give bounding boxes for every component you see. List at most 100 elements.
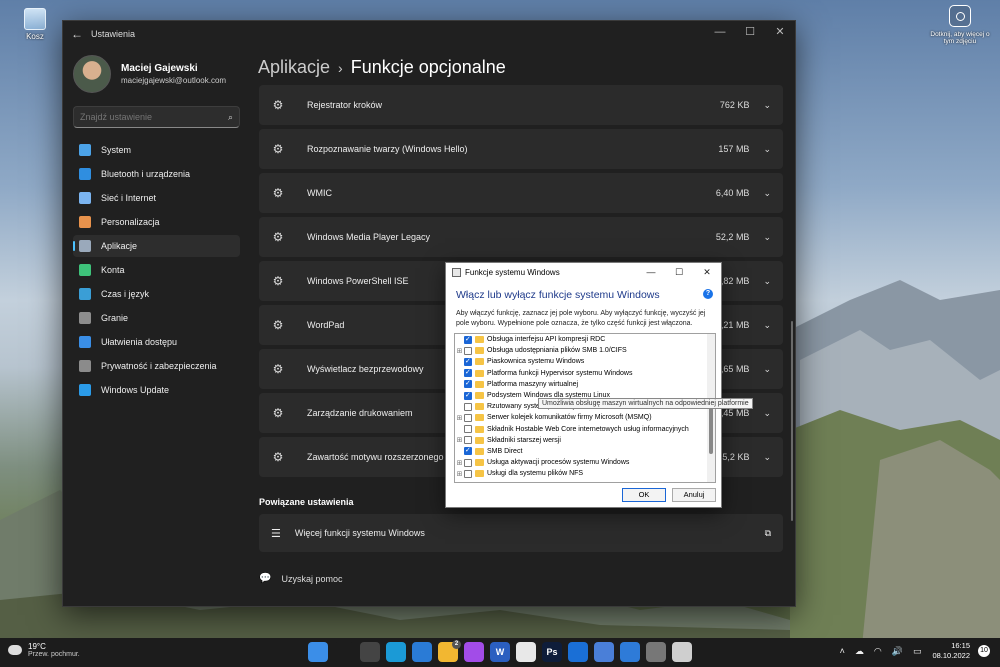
expand-icon[interactable]: ⊞ <box>455 459 464 467</box>
feature-row[interactable]: ⚙ Windows Media Player Legacy 52,2 MB ⌄ <box>259 217 783 257</box>
more-windows-features-link[interactable]: ☰ Więcej funkcji systemu Windows ⧉ <box>259 514 783 552</box>
feature-checkbox[interactable] <box>464 413 472 422</box>
feature-tree-item[interactable]: ⊞ Składniki starszej wersji <box>455 435 715 446</box>
feature-tree-item[interactable]: SMB Direct <box>455 446 715 457</box>
feature-checkbox[interactable] <box>464 335 472 344</box>
dialog-minimize-button[interactable]: — <box>637 263 665 281</box>
slack-icon[interactable] <box>516 642 536 662</box>
sidebar-item-6[interactable]: Czas i język <box>73 283 240 305</box>
feature-row[interactable]: ⚙ WMIC 6,40 MB ⌄ <box>259 173 783 213</box>
close-button[interactable]: ✕ <box>765 21 795 47</box>
cancel-button[interactable]: Anuluj <box>672 488 716 502</box>
settings-icon[interactable] <box>646 642 666 662</box>
sidebar-item-3[interactable]: Personalizacja <box>73 211 240 233</box>
word-icon[interactable]: W <box>490 642 510 662</box>
edge-icon[interactable] <box>386 642 406 662</box>
feature-tree-item[interactable]: ⊞ Serwer kolejek komunikatów firmy Micros… <box>455 412 715 423</box>
feature-tree-item[interactable]: ⊞ Usługi dla systemu plików NFS <box>455 468 715 479</box>
feature-checkbox[interactable] <box>464 357 472 366</box>
feature-checkbox[interactable] <box>464 458 472 467</box>
dialog-maximize-button[interactable]: ☐ <box>665 263 693 281</box>
file-explorer-icon[interactable]: 2 <box>438 640 461 662</box>
chevron-up-icon[interactable]: ˄ <box>840 646 845 656</box>
sidebar-item-7[interactable]: Granie <box>73 307 240 329</box>
feature-tree-item[interactable]: ⊞ Obsługa udostępniania plików SMB 1.0/CI… <box>455 345 715 356</box>
weather-widget[interactable]: 19°C Przew. pochmur. <box>8 642 80 658</box>
feature-tree-item[interactable]: Piaskownica systemu Windows <box>455 356 715 367</box>
feature-row[interactable]: ⚙ Rejestrator kroków 762 KB ⌄ <box>259 85 783 125</box>
chevron-down-icon[interactable]: ⌄ <box>763 188 771 199</box>
sidebar-item-8[interactable]: Ułatwienia dostępu <box>73 331 240 353</box>
chevron-down-icon[interactable]: ⌄ <box>763 144 771 155</box>
sidebar-item-5[interactable]: Konta <box>73 259 240 281</box>
sidebar-item-9[interactable]: Prywatność i zabezpieczenia <box>73 355 240 377</box>
expand-icon[interactable]: ⊞ <box>455 436 464 444</box>
gear-icon: ⚙ <box>272 274 284 288</box>
feature-checkbox[interactable] <box>464 425 472 434</box>
expand-icon[interactable]: ⊞ <box>455 414 464 422</box>
user-profile[interactable]: Maciej Gajewski maciejgajewski@outlook.c… <box>73 55 226 93</box>
feature-tree-item[interactable]: ⊞ Usługa aktywacji procesów systemu Windo… <box>455 457 715 468</box>
ok-button[interactable]: OK <box>622 488 666 502</box>
help-icon[interactable]: ? <box>703 289 713 299</box>
start-icon[interactable] <box>308 642 328 662</box>
clock[interactable]: 16:15 08.10.2022 <box>932 641 970 661</box>
chevron-down-icon[interactable]: ⌄ <box>763 100 771 111</box>
feature-tree-item[interactable]: Składnik Hostable Web Core internetowych… <box>455 424 715 435</box>
dialog-description: Aby włączyć funkcję, zaznacz jej pole wy… <box>456 310 706 327</box>
recycle-bin[interactable]: Kosz <box>22 8 48 41</box>
search-icon[interactable]: ⌕ <box>228 112 233 123</box>
feature-checkbox[interactable] <box>464 402 472 411</box>
defender-icon[interactable] <box>620 642 640 662</box>
wallpaper-info-widget[interactable]: Dotknij, aby więcej o tym zdjęciu <box>930 5 990 45</box>
feature-tree-item[interactable]: Obsługa interfejsu API kompresji RDC <box>455 334 715 345</box>
scrollbar-thumb[interactable] <box>709 404 713 454</box>
sidebar-item-10[interactable]: Windows Update <box>73 379 240 401</box>
sidebar-item-2[interactable]: Sieć i Internet <box>73 187 240 209</box>
translator-icon[interactable] <box>594 642 614 662</box>
task-view-icon[interactable] <box>360 642 380 662</box>
expand-icon[interactable]: ⊞ <box>455 470 464 478</box>
chevron-down-icon[interactable]: ⌄ <box>763 320 771 331</box>
minimize-button[interactable]: — <box>705 21 735 47</box>
sidebar-item-0[interactable]: System <box>73 139 240 161</box>
settings-search[interactable]: ⌕ <box>73 106 240 128</box>
photoshop-icon[interactable]: Ps <box>542 642 562 662</box>
notepad-icon[interactable] <box>672 642 692 662</box>
feature-checkbox[interactable] <box>464 368 472 378</box>
sidebar-item-1[interactable]: Bluetooth i urządzenia <box>73 163 240 185</box>
feature-checkbox[interactable] <box>464 446 472 456</box>
expand-icon[interactable]: ⊞ <box>455 347 464 355</box>
feature-checkbox[interactable] <box>464 469 472 478</box>
cloud-icon[interactable]: ☁ <box>855 646 864 657</box>
dialog-close-button[interactable]: ✕ <box>693 263 721 281</box>
chevron-down-icon[interactable]: ⌄ <box>763 408 771 419</box>
feature-checkbox[interactable] <box>464 346 472 355</box>
folder-icon <box>475 414 484 422</box>
feature-tree-item[interactable]: Platforma maszyny wirtualnej <box>455 379 715 390</box>
battery-icon[interactable]: ▭ <box>913 646 922 657</box>
scrollbar[interactable] <box>791 321 793 521</box>
notifications-badge[interactable]: 10 <box>978 645 990 657</box>
feature-tree-item[interactable]: Platforma funkcji Hypervisor systemu Win… <box>455 368 715 379</box>
search-icon[interactable] <box>334 642 354 662</box>
search-input[interactable] <box>80 112 228 122</box>
back-arrow-icon[interactable]: ← <box>63 27 91 41</box>
mail-icon[interactable] <box>412 642 432 662</box>
feature-row[interactable]: ⚙ Rozpoznawanie twarzy (Windows Hello) 157… <box>259 129 783 169</box>
get-help-link[interactable]: 💬 Uzyskaj pomoc <box>259 573 342 584</box>
messenger-icon[interactable] <box>464 642 484 662</box>
feature-checkbox[interactable] <box>464 436 472 445</box>
chevron-down-icon[interactable]: ⌄ <box>763 232 771 243</box>
breadcrumb-parent[interactable]: Aplikacje <box>258 57 330 77</box>
maximize-button[interactable]: ☐ <box>735 21 765 47</box>
feature-checkbox[interactable] <box>464 391 472 400</box>
chevron-down-icon[interactable]: ⌄ <box>763 452 771 463</box>
feature-checkbox[interactable] <box>464 379 472 389</box>
trello-icon[interactable] <box>568 642 588 662</box>
chevron-down-icon[interactable]: ⌄ <box>763 276 771 287</box>
volume-icon[interactable]: 🔊 <box>892 646 903 657</box>
sidebar-item-4[interactable]: Aplikacje <box>73 235 240 257</box>
chevron-down-icon[interactable]: ⌄ <box>763 364 771 375</box>
wifi-icon[interactable]: ◠ <box>874 646 882 657</box>
